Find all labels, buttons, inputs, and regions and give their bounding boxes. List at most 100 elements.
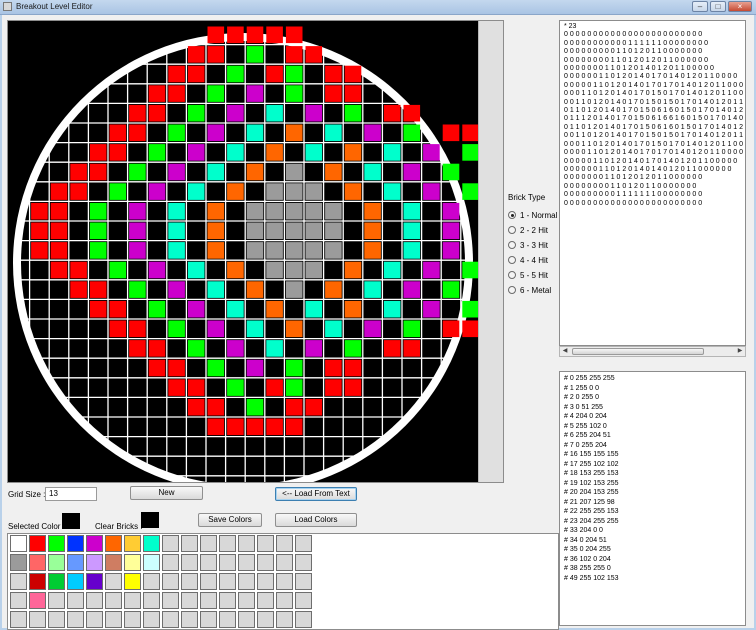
brick-cell[interactable] xyxy=(344,359,362,377)
brick-cell[interactable] xyxy=(227,379,244,396)
palette-empty-slot[interactable] xyxy=(219,573,236,590)
brick-cell[interactable] xyxy=(168,359,185,377)
palette-color-swatch[interactable] xyxy=(67,573,84,590)
palette-empty-slot[interactable] xyxy=(162,573,179,590)
level-text-hscrollbar[interactable]: ◀ ▶ xyxy=(559,346,746,357)
brick-cell[interactable] xyxy=(403,340,421,357)
brick-cell[interactable] xyxy=(344,104,362,122)
brick-cell[interactable] xyxy=(305,222,323,240)
brick-cell[interactable] xyxy=(364,320,381,338)
brick-cell[interactable] xyxy=(403,202,421,220)
brick-cell[interactable] xyxy=(148,183,166,200)
palette-empty-slot[interactable] xyxy=(257,573,274,590)
brick-cell[interactable] xyxy=(442,222,460,240)
brick-type-option[interactable]: 5 - 5 Hit xyxy=(508,269,548,281)
brick-cell[interactable] xyxy=(207,398,225,416)
brick-cell[interactable] xyxy=(285,65,303,83)
brick-cell[interactable] xyxy=(423,144,440,161)
brick-cell[interactable] xyxy=(207,359,225,377)
brick-cell[interactable] xyxy=(89,242,107,259)
palette-empty-slot[interactable] xyxy=(200,611,217,628)
palette-empty-slot[interactable] xyxy=(162,554,179,571)
brick-cell[interactable] xyxy=(383,300,401,318)
brick-cell[interactable] xyxy=(246,163,264,181)
palette-empty-slot[interactable] xyxy=(181,554,198,571)
brick-cell[interactable] xyxy=(403,163,421,181)
brick-cell[interactable] xyxy=(227,300,244,318)
brick-cell[interactable] xyxy=(70,261,87,279)
brick-cell[interactable] xyxy=(285,398,303,416)
brick-cell[interactable] xyxy=(344,183,362,200)
brick-cell[interactable] xyxy=(207,124,225,142)
brick-cell[interactable] xyxy=(207,202,225,220)
brick-cell[interactable] xyxy=(403,281,421,298)
brick-cell[interactable] xyxy=(227,26,244,44)
save-colors-button[interactable]: Save Colors xyxy=(198,513,262,527)
brick-cell[interactable] xyxy=(383,104,401,122)
palette-color-swatch[interactable] xyxy=(86,554,103,571)
brick-cell[interactable] xyxy=(325,65,342,83)
palette-empty-slot[interactable] xyxy=(181,611,198,628)
brick-cell[interactable] xyxy=(325,281,342,298)
palette-empty-slot[interactable] xyxy=(238,573,255,590)
brick-cell[interactable] xyxy=(285,202,303,220)
brick-cell[interactable] xyxy=(285,242,303,259)
palette-empty-slot[interactable] xyxy=(238,535,255,552)
brick-cell[interactable] xyxy=(305,398,323,416)
brick-cell[interactable] xyxy=(148,359,166,377)
palette-color-swatch[interactable] xyxy=(86,535,103,552)
palette-empty-slot[interactable] xyxy=(219,535,236,552)
brick-cell[interactable] xyxy=(148,144,166,161)
palette-empty-slot[interactable] xyxy=(10,592,27,609)
brick-cell[interactable] xyxy=(168,379,185,396)
brick-cell[interactable] xyxy=(246,202,264,220)
brick-cell[interactable] xyxy=(50,261,68,279)
palette-empty-slot[interactable] xyxy=(67,611,84,628)
palette-empty-slot[interactable] xyxy=(257,535,274,552)
brick-cell[interactable] xyxy=(325,222,342,240)
brick-cell[interactable] xyxy=(207,46,225,63)
brick-cell[interactable] xyxy=(344,340,362,357)
radio-unchecked-icon[interactable] xyxy=(508,256,516,264)
brick-cell[interactable] xyxy=(227,104,244,122)
brick-cell[interactable] xyxy=(227,65,244,83)
palette-empty-slot[interactable] xyxy=(276,592,293,609)
brick-cell[interactable] xyxy=(227,261,244,279)
brick-cell[interactable] xyxy=(285,418,303,436)
brick-type-option[interactable]: 1 - Normal xyxy=(508,209,557,221)
palette-empty-slot[interactable] xyxy=(86,611,103,628)
brick-cell[interactable] xyxy=(207,418,225,436)
brick-cell[interactable] xyxy=(89,163,107,181)
brick-cell[interactable] xyxy=(442,124,460,142)
brick-cell[interactable] xyxy=(168,202,185,220)
brick-cell[interactable] xyxy=(403,222,421,240)
palette-empty-slot[interactable] xyxy=(257,611,274,628)
brick-cell[interactable] xyxy=(442,242,460,259)
brick-cell[interactable] xyxy=(109,320,127,338)
brick-cell[interactable] xyxy=(325,124,342,142)
brick-cell[interactable] xyxy=(462,261,479,279)
brick-cell[interactable] xyxy=(168,320,185,338)
brick-cell[interactable] xyxy=(89,202,107,220)
brick-cell[interactable] xyxy=(50,222,68,240)
palette-empty-slot[interactable] xyxy=(10,611,27,628)
brick-cell[interactable] xyxy=(285,124,303,142)
palette-empty-slot[interactable] xyxy=(200,535,217,552)
palette-color-swatch[interactable] xyxy=(67,535,84,552)
radio-checked-icon[interactable] xyxy=(508,211,516,219)
brick-cell[interactable] xyxy=(129,222,146,240)
palette-empty-slot[interactable] xyxy=(124,611,141,628)
selected-color-swatch[interactable] xyxy=(62,513,80,529)
brick-cell[interactable] xyxy=(285,46,303,63)
brick-cell[interactable] xyxy=(266,202,283,220)
palette-color-swatch[interactable] xyxy=(67,554,84,571)
brick-cell[interactable] xyxy=(31,242,48,259)
palette-color-swatch[interactable] xyxy=(29,554,46,571)
brick-cell[interactable] xyxy=(227,183,244,200)
brick-cell[interactable] xyxy=(168,281,185,298)
brick-type-option[interactable]: 2 - 2 Hit xyxy=(508,224,548,236)
brick-cell[interactable] xyxy=(266,340,283,357)
brick-cell[interactable] xyxy=(325,202,342,220)
brick-cell[interactable] xyxy=(383,144,401,161)
brick-cell[interactable] xyxy=(148,261,166,279)
